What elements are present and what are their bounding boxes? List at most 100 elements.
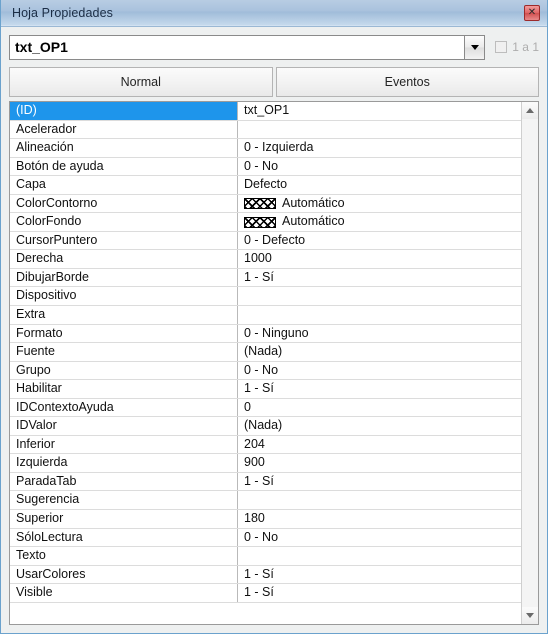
property-row[interactable]: IDContextoAyuda 0 bbox=[10, 398, 521, 418]
close-icon: ✕ bbox=[527, 7, 537, 18]
property-name: Visible bbox=[10, 584, 238, 602]
property-value[interactable]: 1 - Sí bbox=[238, 566, 521, 584]
property-value[interactable] bbox=[238, 306, 521, 324]
property-name: Texto bbox=[10, 547, 238, 565]
property-row[interactable]: Fuente (Nada) bbox=[10, 343, 521, 362]
window-titlebar: Hoja Propiedades ✕ bbox=[1, 0, 547, 27]
property-row[interactable]: Dispositivo bbox=[10, 287, 521, 307]
property-name: Sugerencia bbox=[10, 491, 238, 510]
property-row[interactable]: Visible 1 - Sí bbox=[10, 584, 521, 603]
color-swatch-icon bbox=[244, 198, 276, 209]
property-row[interactable]: ParadaTab 1 - Sí bbox=[10, 472, 521, 492]
property-value[interactable]: txt_OP1 bbox=[238, 102, 521, 120]
property-row[interactable]: DibujarBorde 1 - Sí bbox=[10, 268, 521, 288]
property-value[interactable]: 900 bbox=[238, 454, 521, 472]
property-row[interactable]: Derecha 1000 bbox=[10, 250, 521, 269]
property-value[interactable]: 1 - Sí bbox=[238, 473, 521, 491]
scroll-up-arrow-icon bbox=[526, 108, 534, 113]
property-row[interactable]: Acelerador bbox=[10, 120, 521, 140]
property-row[interactable]: Sugerencia bbox=[10, 491, 521, 511]
property-grid-scrollbar[interactable] bbox=[521, 102, 538, 624]
tab-eventos[interactable]: Eventos bbox=[275, 67, 539, 97]
property-row[interactable]: SóloLectura 0 - No bbox=[10, 528, 521, 548]
property-value[interactable]: (Nada) bbox=[238, 417, 521, 435]
property-row[interactable]: Grupo 0 - No bbox=[10, 361, 521, 381]
property-value[interactable]: 0 bbox=[238, 399, 521, 417]
property-name: SóloLectura bbox=[10, 528, 238, 547]
chevron-down-icon bbox=[470, 44, 479, 50]
one-to-one-label: 1 a 1 bbox=[512, 40, 539, 54]
property-name: Botón de ayuda bbox=[10, 157, 238, 176]
property-name: Inferior bbox=[10, 435, 238, 454]
property-row[interactable]: (ID) txt_OP1 bbox=[10, 102, 521, 121]
property-row[interactable]: Texto bbox=[10, 547, 521, 566]
property-name: ParadaTab bbox=[10, 472, 238, 491]
property-name: DibujarBorde bbox=[10, 268, 238, 287]
property-name: Extra bbox=[10, 306, 238, 324]
tab-bar: Normal Eventos bbox=[9, 67, 539, 97]
property-name: Izquierda bbox=[10, 454, 238, 472]
property-value[interactable]: Automático bbox=[238, 213, 521, 231]
property-value[interactable] bbox=[238, 547, 521, 565]
property-value[interactable] bbox=[238, 121, 521, 139]
object-selector-combobox[interactable]: txt_OP1 bbox=[9, 34, 465, 60]
property-row[interactable]: IDValor (Nada) bbox=[10, 417, 521, 436]
property-row[interactable]: UsarColores 1 - Sí bbox=[10, 565, 521, 585]
property-value[interactable] bbox=[238, 491, 521, 509]
property-grid: (ID) txt_OP1 Acelerador Alineación 0 - Izqui… bbox=[9, 101, 539, 625]
property-value-text: Automático bbox=[282, 195, 345, 210]
window-client-area: txt_OP1 1 a 1 Normal Eventos (ID) txt_OP1… bbox=[1, 27, 547, 633]
property-row[interactable]: Capa Defecto bbox=[10, 176, 521, 195]
property-name: Habilitar bbox=[10, 380, 238, 398]
property-name: Formato bbox=[10, 324, 238, 343]
property-row[interactable]: ColorFondo Automático bbox=[10, 213, 521, 232]
property-name: UsarColores bbox=[10, 565, 238, 584]
scroll-down-arrow-icon bbox=[526, 613, 534, 618]
scrollbar-down-button[interactable] bbox=[521, 607, 538, 624]
property-value[interactable]: Automático bbox=[238, 195, 521, 213]
property-name: Dispositivo bbox=[10, 287, 238, 306]
object-selector-dropdown-button[interactable] bbox=[464, 34, 486, 60]
property-name: Alineación bbox=[10, 139, 238, 157]
one-to-one-checkbox[interactable]: 1 a 1 bbox=[495, 40, 539, 54]
property-value[interactable]: 0 - Izquierda bbox=[238, 139, 521, 157]
property-value[interactable]: 0 - Defecto bbox=[238, 232, 521, 250]
scrollbar-track[interactable] bbox=[521, 119, 538, 607]
property-value[interactable]: 0 - No bbox=[238, 158, 521, 176]
property-value[interactable]: 1 - Sí bbox=[238, 584, 521, 602]
window-title: Hoja Propiedades bbox=[12, 6, 113, 20]
scrollbar-up-button[interactable] bbox=[521, 102, 538, 119]
property-row[interactable]: Formato 0 - Ninguno bbox=[10, 324, 521, 344]
tab-normal-label: Normal bbox=[120, 75, 161, 89]
property-value[interactable]: 1000 bbox=[238, 250, 521, 268]
property-value[interactable]: (Nada) bbox=[238, 343, 521, 361]
properties-window: Hoja Propiedades ✕ txt_OP1 1 a 1 Normal bbox=[0, 0, 548, 634]
property-value[interactable] bbox=[238, 287, 521, 305]
property-name: Superior bbox=[10, 510, 238, 528]
property-row[interactable]: CursorPuntero 0 - Defecto bbox=[10, 231, 521, 251]
tab-normal[interactable]: Normal bbox=[9, 67, 273, 97]
property-value[interactable]: 0 - Ninguno bbox=[238, 325, 521, 343]
property-value[interactable]: 1 - Sí bbox=[238, 269, 521, 287]
property-value[interactable]: 1 - Sí bbox=[238, 380, 521, 398]
property-name: Capa bbox=[10, 176, 238, 194]
color-swatch-icon bbox=[244, 216, 276, 228]
property-value[interactable]: Defecto bbox=[238, 176, 521, 194]
property-row[interactable]: Extra bbox=[10, 306, 521, 325]
property-row[interactable]: Superior 180 bbox=[10, 510, 521, 529]
property-value[interactable]: 204 bbox=[238, 436, 521, 454]
property-row[interactable]: Habilitar 1 - Sí bbox=[10, 380, 521, 399]
property-name: ColorContorno bbox=[10, 194, 238, 213]
property-name: Derecha bbox=[10, 250, 238, 268]
property-name: (ID) bbox=[10, 102, 238, 120]
close-button[interactable]: ✕ bbox=[524, 5, 540, 21]
property-row[interactable]: Botón de ayuda 0 - No bbox=[10, 157, 521, 177]
property-row[interactable]: Izquierda 900 bbox=[10, 454, 521, 473]
property-value[interactable]: 180 bbox=[238, 510, 521, 528]
property-name: Acelerador bbox=[10, 120, 238, 139]
property-value[interactable]: 0 - No bbox=[238, 362, 521, 380]
property-row[interactable]: Alineación 0 - Izquierda bbox=[10, 139, 521, 158]
property-row[interactable]: ColorContorno Automático bbox=[10, 194, 521, 214]
property-row[interactable]: Inferior 204 bbox=[10, 435, 521, 455]
property-value[interactable]: 0 - No bbox=[238, 529, 521, 547]
